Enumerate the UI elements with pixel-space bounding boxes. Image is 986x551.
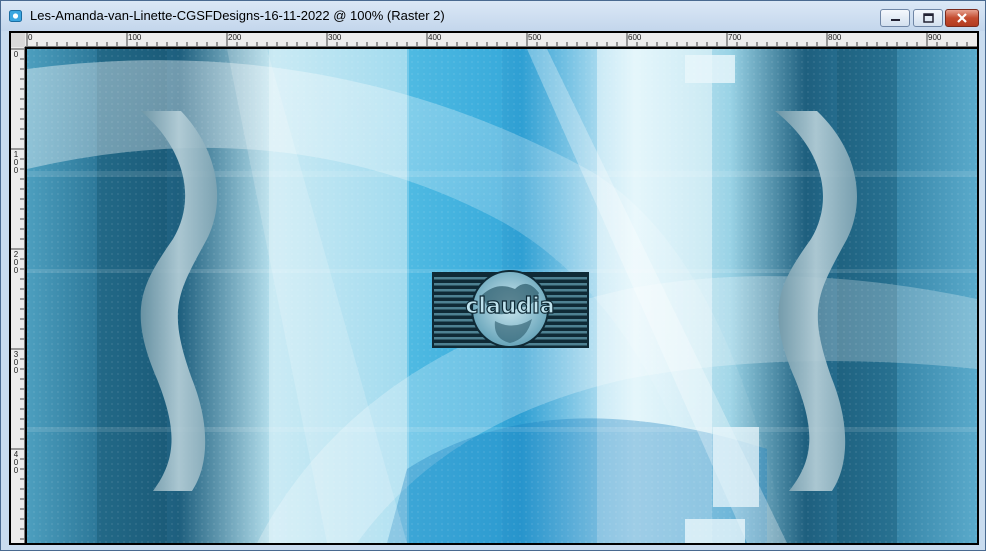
minimize-button[interactable]: [880, 9, 910, 27]
hruler-label: 500: [528, 33, 542, 42]
vruler-label: 300: [13, 350, 19, 375]
window-title: Les-Amanda-van-Linette-CGSFDesigns-16-11…: [30, 8, 445, 23]
hruler-label: 300: [328, 33, 342, 42]
vruler-label: 400: [13, 450, 19, 475]
image-canvas[interactable]: claudia: [27, 49, 977, 543]
hruler-label: 200: [228, 33, 242, 42]
vruler-label: 200: [13, 250, 19, 275]
vruler-label: 100: [13, 150, 19, 175]
hruler-label: 0: [28, 33, 33, 42]
watermark-logo: claudia: [432, 270, 589, 348]
watermark-text: claudia: [465, 294, 554, 319]
hruler-label: 400: [428, 33, 442, 42]
title-bar[interactable]: Les-Amanda-van-Linette-CGSFDesigns-16-11…: [1, 1, 985, 31]
image-window: Les-Amanda-van-Linette-CGSFDesigns-16-11…: [0, 0, 986, 551]
hruler-label: 900: [928, 33, 942, 42]
horizontal-ruler[interactable]: 0 100 200 300 400 500 600 700 800 900: [25, 33, 977, 47]
image-document-icon: [9, 10, 22, 22]
close-icon: [957, 13, 967, 23]
ruler-corner[interactable]: [11, 33, 25, 47]
restore-icon: [923, 13, 934, 23]
hruler-label: 600: [628, 33, 642, 42]
hruler-label: 100: [128, 33, 142, 42]
hruler-label: 800: [828, 33, 842, 42]
canvas-artwork: claudia: [27, 49, 977, 543]
maximize-button[interactable]: [913, 9, 943, 27]
vertical-ruler[interactable]: 0 100 200 300 400: [11, 47, 25, 543]
hruler-label: 700: [728, 33, 742, 42]
vruler-label: 0: [13, 50, 19, 59]
close-button[interactable]: [945, 9, 979, 27]
minimize-icon: [891, 19, 900, 21]
